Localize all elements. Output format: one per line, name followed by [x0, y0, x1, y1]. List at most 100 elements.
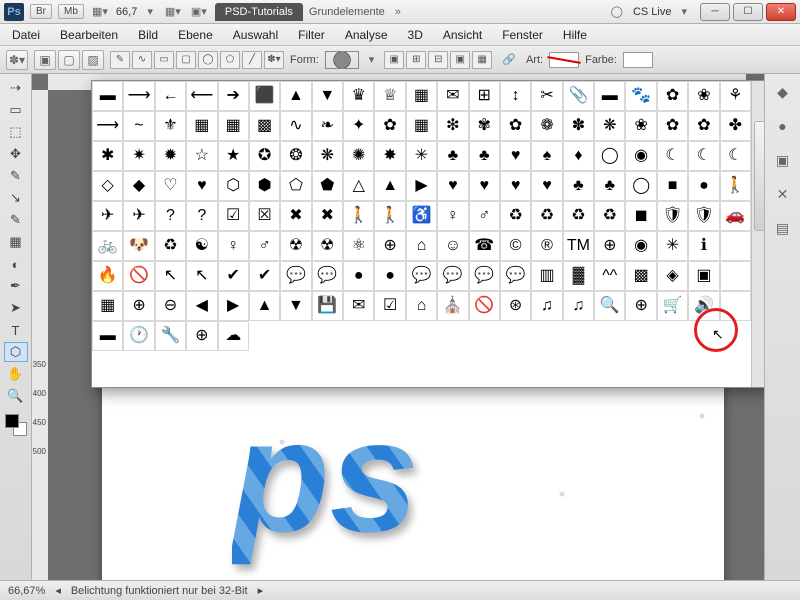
panel-swatches-icon[interactable]: ●: [772, 116, 794, 136]
shape-cell[interactable]: ◇: [92, 171, 123, 201]
tool-move-icon[interactable]: ⇢: [4, 78, 28, 98]
shape-cell[interactable]: ♿: [406, 201, 437, 231]
shape-cell[interactable]: ↖: [186, 261, 217, 291]
menu-filter[interactable]: Filter: [288, 25, 335, 45]
shape-cell[interactable]: ▼: [280, 291, 311, 321]
shape-cell[interactable]: ❀: [625, 111, 656, 141]
menu-analyse[interactable]: Analyse: [335, 25, 398, 45]
shape-cell[interactable]: ✦: [343, 111, 374, 141]
mode-shape-icon[interactable]: ▣: [34, 50, 56, 70]
shape-cell[interactable]: ▼: [312, 81, 343, 111]
shape-cell[interactable]: ▥: [531, 261, 562, 291]
shape-cell[interactable]: ✖: [312, 201, 343, 231]
shape-cell[interactable]: ✽: [563, 111, 594, 141]
tool-zoom-icon[interactable]: 🔍: [4, 386, 28, 406]
shape-cell[interactable]: ☁: [218, 321, 249, 351]
shape-cell[interactable]: ♥: [500, 171, 531, 201]
status-zoom[interactable]: 66,67%: [8, 585, 45, 597]
shape-cell[interactable]: ⊕: [186, 321, 217, 351]
shape-cell[interactable]: ☢: [280, 231, 311, 261]
shape-cell[interactable]: ☑: [218, 201, 249, 231]
zoom-dropdown-icon[interactable]: ▾: [143, 5, 157, 18]
shape-cell[interactable]: ❀: [688, 81, 719, 111]
shape-cell[interactable]: ◆: [123, 171, 154, 201]
shape-cell[interactable]: ?: [155, 201, 186, 231]
screenmode-icon[interactable]: ▣▾: [189, 4, 209, 20]
shape-cell[interactable]: ▬: [92, 321, 123, 351]
status-msg-prev-icon[interactable]: ◂: [55, 584, 61, 597]
shape-cell[interactable]: ✿: [688, 111, 719, 141]
shape-cell[interactable]: ▣: [688, 261, 719, 291]
shape-cell[interactable]: ⬛: [249, 81, 280, 111]
shape-cell[interactable]: ♻: [155, 231, 186, 261]
shape-cell[interactable]: ✸: [374, 141, 405, 171]
mode-path-icon[interactable]: ▢: [58, 50, 80, 70]
shape-cell[interactable]: ♻: [563, 201, 594, 231]
shape-cell[interactable]: ♫: [531, 291, 562, 321]
shape-cell[interactable]: 🛒: [657, 291, 688, 321]
shape-cell[interactable]: ♥: [469, 171, 500, 201]
shape-cell[interactable]: 🔥: [92, 261, 123, 291]
shape-cell[interactable]: 🚶: [374, 201, 405, 231]
shape-cell[interactable]: ✉: [343, 291, 374, 321]
shape-cell[interactable]: ▲: [280, 81, 311, 111]
shape-cell[interactable]: ♥: [186, 171, 217, 201]
form-dropdown-icon[interactable]: ▾: [365, 53, 379, 66]
art-swatch[interactable]: [549, 52, 579, 68]
shape-cell[interactable]: ☆: [186, 141, 217, 171]
shape-cell[interactable]: ✷: [123, 141, 154, 171]
menu-bild[interactable]: Bild: [128, 25, 168, 45]
foreground-color-icon[interactable]: [5, 414, 19, 428]
panel-tools-icon[interactable]: ✕: [772, 184, 794, 204]
shape-cell[interactable]: ✔: [249, 261, 280, 291]
pen-shape-icon[interactable]: ✎: [110, 51, 130, 69]
shape-cell[interactable]: ♻: [531, 201, 562, 231]
shape-cell[interactable]: ©: [500, 231, 531, 261]
shape-cell[interactable]: ✱: [92, 141, 123, 171]
menu-3d[interactable]: 3D: [398, 25, 433, 45]
tool-shape-icon[interactable]: ⬡: [4, 342, 28, 362]
shape-cell[interactable]: ↕: [500, 81, 531, 111]
shape-cell[interactable]: ❂: [280, 141, 311, 171]
maximize-button[interactable]: ☐: [733, 3, 763, 21]
shape-cell[interactable]: 🐾: [625, 81, 656, 111]
shape-cell[interactable]: ♣: [469, 141, 500, 171]
shape-cell[interactable]: ♂: [249, 231, 280, 261]
shape-cell[interactable]: ☯: [186, 231, 217, 261]
arrange-docs-icon[interactable]: ▦▾: [163, 4, 183, 20]
custom-shape-picker[interactable]: ▬⟶←⟵➔⬛▲▼♛♕▦✉⊞↕✂📎▬🐾✿❀⚘⟶~⚜▦▦▩∿❧✦✿▦❇✾✿❁✽❋❀✿…: [91, 80, 764, 388]
shape-cell[interactable]: ♻: [594, 201, 625, 231]
menu-bearbeiten[interactable]: Bearbeiten: [50, 25, 128, 45]
shape-cell[interactable]: ⚘: [720, 81, 751, 111]
shape-cell[interactable]: ✖: [280, 201, 311, 231]
shape-cell[interactable]: ▦: [92, 291, 123, 321]
shape-cell[interactable]: ✳: [406, 141, 437, 171]
shape-cell[interactable]: 🔊: [688, 291, 719, 321]
menu-datei[interactable]: Datei: [2, 25, 50, 45]
shape-cell[interactable]: ★: [218, 141, 249, 171]
shape-cell[interactable]: ◯: [625, 171, 656, 201]
shape-cell[interactable]: ℹ: [688, 231, 719, 261]
tool-stamp-icon[interactable]: ▦: [4, 232, 28, 252]
shape-cell[interactable]: 🚗: [720, 201, 751, 231]
shape-cell[interactable]: ❧: [312, 111, 343, 141]
shape-cell[interactable]: ✪: [249, 141, 280, 171]
panel-layers-icon[interactable]: ▤: [772, 218, 794, 238]
shape-cell[interactable]: 💬: [469, 261, 500, 291]
shape-cell[interactable]: 🚶: [720, 171, 751, 201]
shape-cell[interactable]: ❋: [594, 111, 625, 141]
shape-cell[interactable]: ◈: [657, 261, 688, 291]
shape-cell[interactable]: ▦: [186, 111, 217, 141]
tool-lasso-icon[interactable]: ⬚: [4, 122, 28, 142]
shape-cell[interactable]: ●: [343, 261, 374, 291]
shape-cell[interactable]: ◼: [625, 201, 656, 231]
shape-cell[interactable]: ⊕: [123, 291, 154, 321]
shape-cell[interactable]: ⌂: [406, 231, 437, 261]
shape-cell[interactable]: ▬: [594, 81, 625, 111]
shape-cell[interactable]: ←: [155, 81, 186, 111]
rect-shape-icon[interactable]: ▭: [154, 51, 174, 69]
shape-cell[interactable]: 🚲: [92, 231, 123, 261]
canvas-area[interactable]: 350 400 450 500 ps ▬⟶←⟵➔⬛▲▼♛♕▦✉⊞↕✂📎▬🐾✿❀⚘…: [32, 74, 764, 580]
shape-cell[interactable]: ⊕: [594, 231, 625, 261]
shape-cell[interactable]: ♫: [563, 291, 594, 321]
